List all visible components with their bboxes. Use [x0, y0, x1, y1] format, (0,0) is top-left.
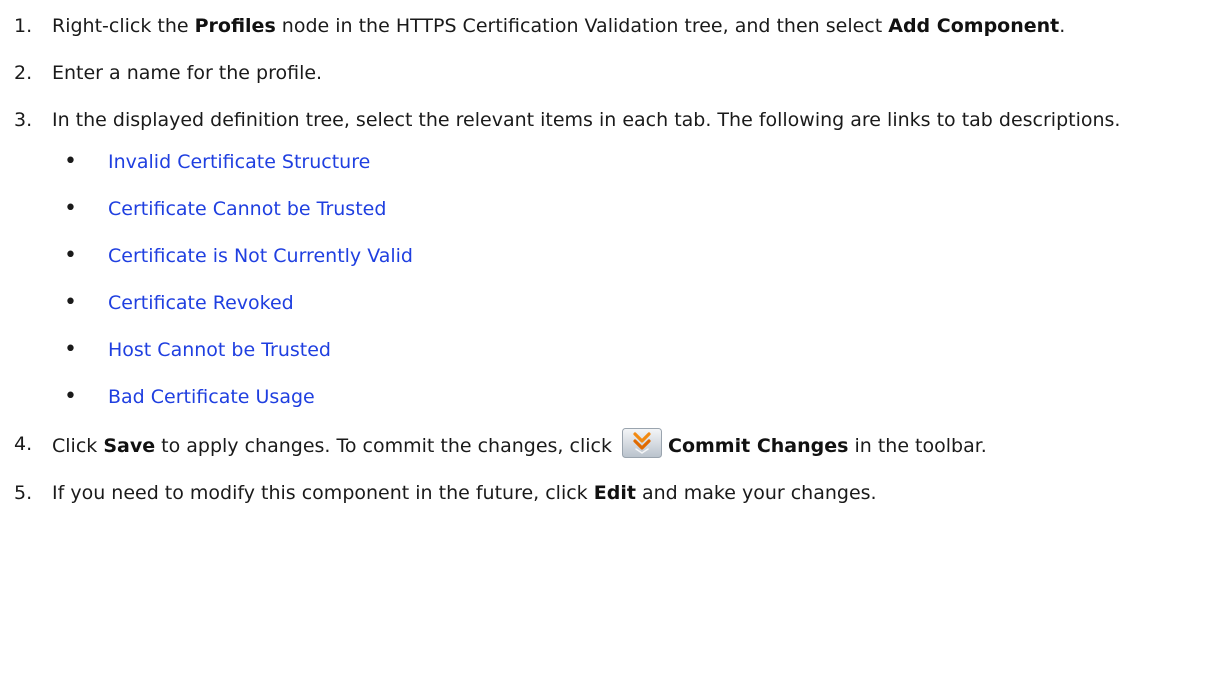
step-number: 1.	[14, 15, 33, 37]
commit-changes-term: Commit Changes	[668, 435, 849, 457]
list-item: • Invalid Certificate Structure	[52, 146, 1220, 178]
tab-links-list: • Invalid Certificate Structure • Certific…	[52, 146, 1220, 413]
list-item: • Certificate Cannot be Trusted	[52, 193, 1220, 225]
text-span: Click	[52, 435, 104, 457]
bullet: •	[64, 196, 77, 221]
step-number: 5.	[14, 482, 33, 504]
step-3: 3. In the displayed definition tree, sel…	[0, 104, 1220, 413]
step-1: 1. Right-click the Profiles node in the …	[0, 10, 1220, 42]
text-span: and make your changes.	[635, 482, 877, 504]
step-text: If you need to modify this component in …	[52, 477, 1220, 509]
profiles-term: Profiles	[194, 15, 276, 37]
bullet: •	[64, 290, 77, 315]
text-span: in the toolbar.	[848, 435, 987, 457]
edit-term: Edit	[593, 482, 636, 504]
text-span: to apply changes. To commit the changes,…	[155, 435, 619, 457]
bullet: •	[64, 384, 77, 409]
step-2: 2. Enter a name for the profile.	[0, 57, 1220, 89]
list-item: • Certificate Revoked	[52, 287, 1220, 319]
list-item: • Host Cannot be Trusted	[52, 334, 1220, 366]
link-bad-certificate-usage[interactable]: Bad Certificate Usage	[108, 386, 315, 408]
step-text: In the displayed definition tree, select…	[52, 109, 1121, 131]
link-host-cannot-be-trusted[interactable]: Host Cannot be Trusted	[108, 339, 331, 361]
text-span: Right-click the	[52, 15, 195, 37]
instruction-steps: 1. Right-click the Profiles node in the …	[0, 10, 1220, 524]
text-span: If you need to modify this component in …	[52, 482, 594, 504]
text-span: node in the HTTPS Certification Validati…	[275, 15, 889, 37]
add-component-term: Add Component	[888, 15, 1060, 37]
link-certificate-cannot-be-trusted[interactable]: Certificate Cannot be Trusted	[108, 198, 386, 220]
step-text: Enter a name for the profile.	[52, 62, 323, 84]
step-text: Right-click the Profiles node in the HTT…	[52, 10, 1220, 42]
text-span: .	[1059, 15, 1066, 37]
step-4: 4. Click Save to apply changes. To commi…	[0, 428, 1220, 462]
step-number: 4.	[14, 433, 33, 455]
link-invalid-certificate-structure[interactable]: Invalid Certificate Structure	[108, 151, 370, 173]
step-text: Click Save to apply changes. To commit t…	[52, 428, 1220, 462]
link-certificate-revoked[interactable]: Certificate Revoked	[108, 292, 294, 314]
bullet: •	[64, 243, 77, 268]
list-item: • Bad Certificate Usage	[52, 381, 1220, 413]
save-term: Save	[103, 435, 156, 457]
bullet: •	[64, 149, 77, 174]
link-certificate-not-currently-valid[interactable]: Certificate is Not Currently Valid	[108, 245, 413, 267]
bullet: •	[64, 337, 77, 362]
step-5: 5. If you need to modify this component …	[0, 477, 1220, 509]
step-number: 2.	[14, 62, 33, 84]
step-number: 3.	[14, 109, 33, 131]
commit-changes-icon	[622, 428, 663, 458]
list-item: • Certificate is Not Currently Valid	[52, 240, 1220, 272]
